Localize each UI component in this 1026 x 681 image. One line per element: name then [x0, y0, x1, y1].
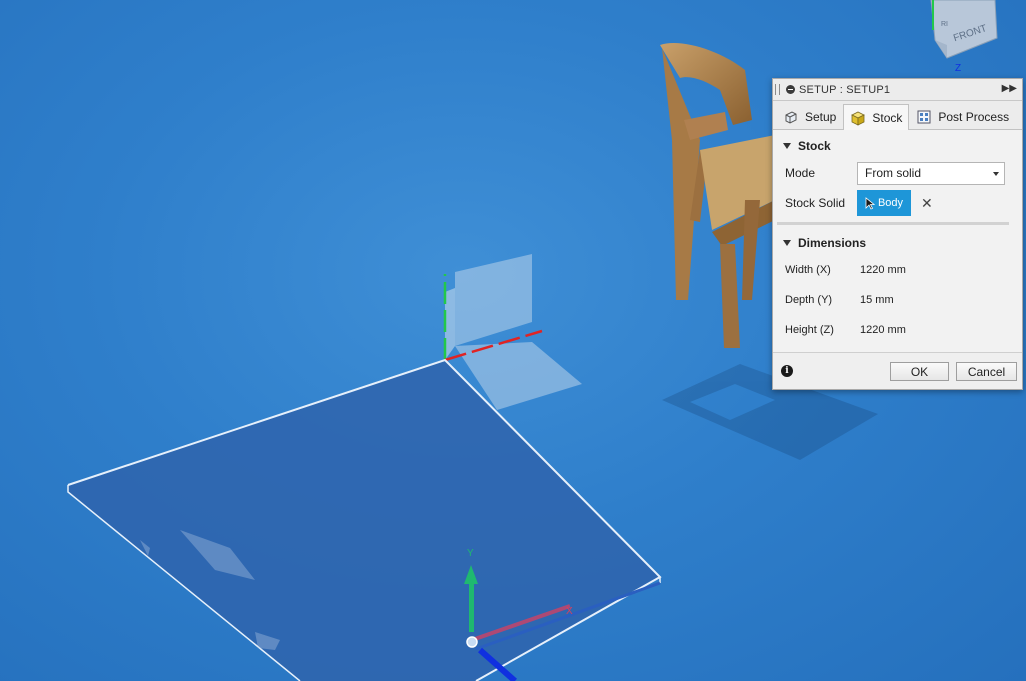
dialog-footer: i OK Cancel — [773, 352, 1022, 389]
dropdown-caret-icon — [993, 171, 999, 176]
stock-cube-icon — [851, 111, 866, 126]
width-label: Width (X) — [785, 264, 831, 276]
tab-post-process[interactable]: Post Process — [909, 104, 1016, 129]
body-button-label: Body — [877, 197, 904, 209]
stock-board[interactable] — [67, 358, 662, 681]
collapse-triangle-icon — [783, 143, 791, 149]
tab-post-process-label: Post Process — [938, 110, 1010, 124]
dialog-title: SETUP : SETUP1 — [799, 83, 891, 96]
setup-icon — [785, 111, 797, 124]
depth-row: Depth (Y) 15 mm — [773, 285, 1022, 315]
dialog-tabs: Setup Stock Post Process — [773, 101, 1022, 130]
dimensions-section-header[interactable]: Dimensions — [773, 231, 1022, 255]
tab-stock[interactable]: Stock — [843, 104, 910, 130]
view-cube[interactable]: FRONT RI Z — [925, 0, 1005, 75]
cursor-arrow-icon — [865, 196, 875, 210]
expand-dialog-icon[interactable]: ▶▶ — [1002, 83, 1017, 94]
mode-row: Mode From solid — [773, 158, 1022, 188]
stock-solid-label: Stock Solid — [785, 196, 846, 210]
chair-model[interactable] — [660, 42, 775, 348]
cancel-button[interactable]: Cancel — [956, 362, 1017, 381]
width-row: Width (X) 1220 mm — [773, 255, 1022, 285]
height-row: Height (Z) 1220 mm — [773, 315, 1022, 345]
stock-solid-row: Stock Solid Body ✕ — [773, 188, 1022, 218]
drag-grip-icon[interactable] — [775, 84, 780, 95]
info-icon[interactable]: i — [781, 365, 793, 377]
ok-button[interactable]: OK — [890, 362, 949, 381]
dimensions-section: Dimensions Width (X) 1220 mm Depth (Y) 1… — [773, 231, 1022, 345]
collapse-triangle-icon — [783, 240, 791, 246]
tab-stock-label: Stock — [872, 110, 903, 125]
collapse-dialog-icon[interactable] — [786, 85, 795, 94]
dialog-titlebar[interactable]: SETUP : SETUP1 ▶▶ — [773, 79, 1022, 101]
width-value: 1220 mm — [860, 264, 906, 276]
board-axis-y-label: Y — [467, 548, 474, 559]
setup-dialog: SETUP : SETUP1 ▶▶ Setup Stock Post Proce… — [772, 78, 1023, 390]
body-selection-button[interactable]: Body — [857, 190, 911, 216]
clear-selection-icon[interactable]: ✕ — [921, 195, 933, 212]
view-cube-right-label[interactable]: RI — [941, 21, 948, 28]
section-divider — [777, 222, 1009, 225]
mode-selected-value: From solid — [865, 166, 922, 180]
depth-label: Depth (Y) — [785, 294, 833, 306]
mode-label: Mode — [785, 166, 816, 180]
tab-setup-label: Setup — [805, 110, 837, 124]
dimensions-section-title: Dimensions — [798, 236, 867, 250]
post-process-icon — [917, 110, 931, 124]
tab-setup[interactable]: Setup — [776, 104, 843, 129]
stock-section-title: Stock — [798, 139, 831, 153]
depth-value: 15 mm — [860, 294, 894, 306]
stock-section-header[interactable]: Stock — [773, 134, 1022, 158]
stock-section: Stock Mode From solid Stock Solid Body ✕ — [773, 130, 1022, 218]
board-axis-x-label: X — [566, 606, 573, 617]
mode-dropdown[interactable]: From solid — [857, 161, 1005, 185]
height-label: Height (Z) — [785, 324, 834, 336]
height-value: 1220 mm — [860, 324, 906, 336]
view-cube-z-axis-label: Z — [955, 63, 961, 74]
